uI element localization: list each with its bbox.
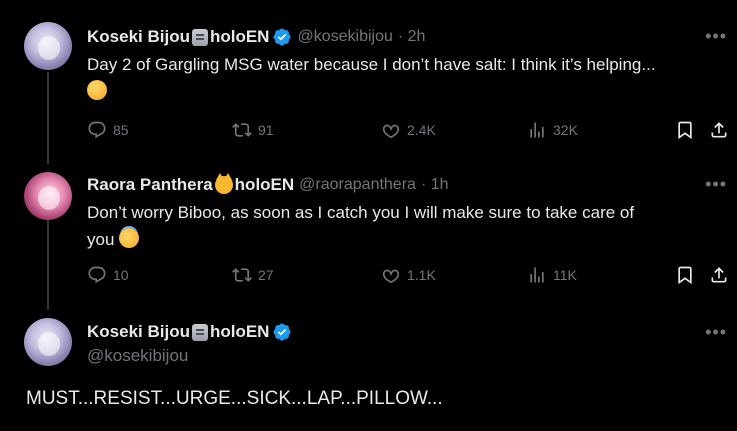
like-count: 1.1K [407, 267, 436, 283]
display-name[interactable]: Koseki Bijou [87, 27, 190, 47]
display-name-org[interactable]: holoEN [210, 322, 270, 342]
tweet-text-line: Don’t worry Biboo, as soon as I catch yo… [87, 203, 635, 222]
thinking-face-emoji-icon [87, 80, 107, 100]
main-tweet[interactable]: Koseki Bijou holoEN @kosekibijou ••• [0, 310, 737, 431]
like-button[interactable]: 2.4K [381, 120, 436, 140]
display-name-org[interactable]: holoEN [235, 175, 295, 195]
avatar[interactable] [24, 318, 72, 366]
share-button[interactable] [709, 120, 735, 140]
more-icon[interactable]: ••• [705, 322, 727, 343]
reply-icon [88, 266, 106, 284]
views-count: 32K [553, 122, 578, 138]
tweet-text: Day 2 of Gargling MSG water because I do… [87, 51, 727, 105]
main-tweet-text: MUST...RESIST...URGE...SICK...LAP...PILL… [26, 388, 443, 409]
reply-count: 85 [113, 122, 129, 138]
display-name[interactable]: Raora Panthera [87, 175, 213, 195]
views-icon [530, 122, 544, 138]
more-icon[interactable]: ••• [705, 26, 727, 47]
display-name[interactable]: Koseki Bijou [87, 322, 190, 342]
retweet-button[interactable]: 27 [232, 265, 274, 285]
verified-badge-icon [273, 28, 292, 46]
tweet-header: Koseki Bijou holoEN @kosekibijou · 2h [87, 27, 425, 47]
bookmark-icon [678, 266, 692, 285]
timestamp[interactable]: · 1h [421, 176, 449, 194]
tweet-header: Raora Panthera holoEN @raorapanthera · 1… [87, 173, 449, 195]
views-icon [530, 267, 544, 283]
bookmark-button[interactable] [675, 265, 701, 285]
tweet-2[interactable]: Raora Panthera holoEN @raorapanthera · 1… [0, 164, 737, 310]
username-handle[interactable]: @kosekibijou [297, 28, 392, 46]
verified-badge-icon [273, 323, 292, 341]
tweet-header: Koseki Bijou holoEN [87, 322, 292, 342]
views-button[interactable]: 32K [527, 120, 578, 140]
views-button[interactable]: 11K [527, 265, 577, 285]
display-name-org[interactable]: holoEN [210, 27, 270, 47]
tweet-text: Don’t worry Biboo, as soon as I catch yo… [87, 199, 727, 253]
timestamp[interactable]: · 2h [398, 28, 426, 46]
tweet-actions: 10 27 1.1K 11K [87, 265, 737, 289]
like-button[interactable]: 1.1K [381, 265, 436, 285]
tweet-1[interactable]: Koseki Bijou holoEN @kosekibijou · 2h ••… [0, 0, 737, 164]
share-button[interactable] [709, 265, 735, 285]
moai-emoji-icon [191, 323, 208, 341]
reply-icon [88, 121, 106, 139]
moai-emoji-icon [191, 28, 208, 46]
heart-icon [382, 269, 400, 284]
cat-emoji-icon [214, 173, 233, 194]
retweet-count: 91 [258, 122, 274, 138]
reply-button[interactable]: 85 [87, 120, 129, 140]
share-icon [711, 122, 727, 138]
reply-button[interactable]: 10 [87, 265, 129, 285]
like-count: 2.4K [407, 122, 436, 138]
halo-face-emoji-icon [119, 228, 140, 248]
username-handle[interactable]: @raorapanthera [299, 176, 416, 194]
tweet-text-content: Day 2 of Gargling MSG water because I do… [87, 55, 656, 74]
username-handle[interactable]: @kosekibijou [87, 346, 188, 366]
reply-count: 10 [113, 267, 129, 283]
bookmark-icon [678, 121, 692, 140]
more-icon[interactable]: ••• [705, 174, 727, 195]
avatar[interactable] [24, 172, 72, 220]
views-count: 11K [553, 267, 577, 283]
share-icon [711, 267, 727, 283]
retweet-button[interactable]: 91 [232, 120, 274, 140]
heart-icon [382, 124, 400, 139]
retweet-icon [232, 123, 252, 137]
tweet-text-line: you [87, 230, 115, 249]
avatar[interactable] [24, 22, 72, 70]
bookmark-button[interactable] [675, 120, 701, 140]
retweet-count: 27 [258, 267, 274, 283]
retweet-icon [232, 268, 252, 282]
tweet-actions: 85 91 2.4K 32K [87, 120, 737, 144]
